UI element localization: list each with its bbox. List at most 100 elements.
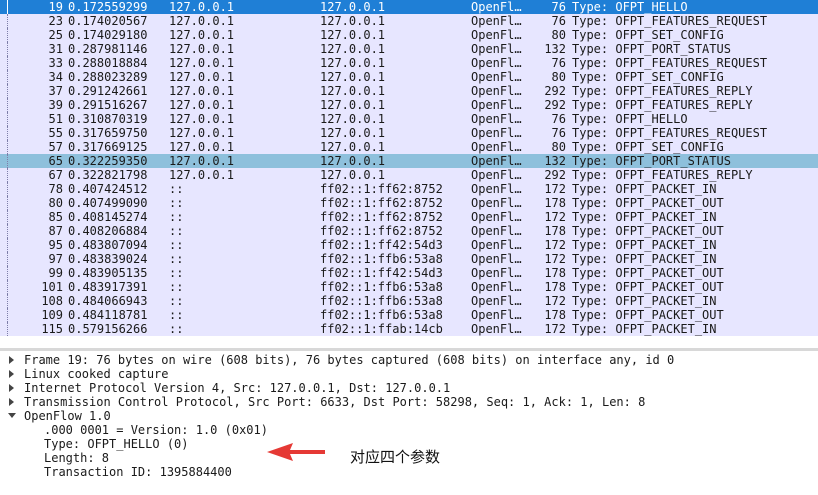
detail-text: Internet Protocol Version 4, Src: 127.0.… xyxy=(24,381,451,395)
packet-time: 0.408206884 xyxy=(68,224,148,238)
packet-time: 0.407499090 xyxy=(68,196,148,210)
packet-number: 108 xyxy=(41,294,63,308)
packet-row[interactable]: 67 0.322821798 127.0.0.1 127.0.0.1 OpenFl… 29… xyxy=(0,168,818,182)
chevron-right-icon[interactable] xyxy=(8,356,16,364)
packet-row[interactable]: 55 0.317659750 127.0.0.1 127.0.0.1 OpenFl… 76… xyxy=(0,126,818,140)
packet-info: Type: OFPT_FEATURES_REPLY xyxy=(572,98,753,112)
packet-row[interactable]: 31 0.287981146 127.0.0.1 127.0.0.1 OpenFl… 13… xyxy=(0,42,818,56)
packet-row[interactable]: 109 0.484118781:: ff02::1:ffb6:53a8 OpenFl…… xyxy=(0,308,818,322)
packet-row[interactable]: 78 0.407424512:: ff02::1:ff62:8752 OpenFl… 1… xyxy=(0,182,818,196)
packet-row[interactable]: 87 0.408206884:: ff02::1:ff62:8752 OpenFl… 1… xyxy=(0,224,818,238)
packet-info: Type: OFPT_PACKET_IN xyxy=(572,182,717,196)
packet-destination: 127.0.0.1 xyxy=(320,84,386,98)
packet-length: 292 xyxy=(544,168,566,182)
packet-row[interactable]: 99 0.483905135:: ff02::1:ff42:54d3 OpenFl… 1… xyxy=(0,266,818,280)
detail-section[interactable]: Transmission Control Protocol, Src Port:… xyxy=(0,395,818,409)
packet-destination: 127.0.0.1 xyxy=(320,14,386,28)
packet-number: 55 xyxy=(48,126,63,140)
pane-splitter[interactable] xyxy=(0,348,818,351)
packet-row[interactable]: 51 0.310870319 127.0.0.1 127.0.0.1 OpenFl… 76… xyxy=(0,112,818,126)
packet-number: 67 xyxy=(48,168,63,182)
packet-time: 0.174020567 xyxy=(68,14,148,28)
packet-destination: ff02::1:ffb6:53a8 xyxy=(320,294,443,308)
packet-length: 178 xyxy=(544,224,566,238)
packet-details-tree[interactable]: Frame 19: 76 bytes on wire (608 bits), 7… xyxy=(0,353,818,495)
packet-number: 33 xyxy=(48,56,63,70)
packet-row[interactable]: 19 0.172559299 127.0.0.1 127.0.0.1 OpenFl… 76… xyxy=(0,0,818,14)
detail-section[interactable]: Linux cooked capture xyxy=(0,367,818,381)
packet-number: 39 xyxy=(48,98,63,112)
packet-time: 0.408145274 xyxy=(68,210,148,224)
packet-length: 132 xyxy=(544,154,566,168)
packet-row[interactable]: 108 0.484066943:: ff02::1:ffb6:53a8 OpenFl…… xyxy=(0,294,818,308)
packet-row[interactable]: 37 0.291242661 127.0.0.1 127.0.0.1 OpenFl… 29… xyxy=(0,84,818,98)
chevron-down-icon[interactable] xyxy=(8,412,16,420)
packet-source: 127.0.0.1 xyxy=(169,154,235,168)
arrow-left-icon xyxy=(267,443,325,461)
packet-source: 127.0.0.1 xyxy=(169,98,235,112)
packet-number: 115 xyxy=(41,322,63,336)
packet-number: 51 xyxy=(48,112,63,126)
packet-protocol: OpenFl… xyxy=(471,140,522,154)
packet-row[interactable]: 23 0.174020567 127.0.0.1 127.0.0.1 OpenFl… 76… xyxy=(0,14,818,28)
packet-info: Type: OFPT_PACKET_IN xyxy=(572,252,717,266)
packet-protocol: OpenFl… xyxy=(471,168,522,182)
packet-destination: ff02::1:ff62:8752 xyxy=(320,182,443,196)
packet-info: Type: OFPT_PACKET_OUT xyxy=(572,224,724,238)
packet-protocol: OpenFl… xyxy=(471,238,522,252)
packet-protocol: OpenFl… xyxy=(471,42,522,56)
packet-list[interactable]: 19 0.172559299 127.0.0.1 127.0.0.1 OpenFl… 76… xyxy=(0,0,818,336)
packet-length: 178 xyxy=(544,280,566,294)
packet-destination: 127.0.0.1 xyxy=(320,168,386,182)
packet-row[interactable]: 33 0.288018884 127.0.0.1 127.0.0.1 OpenFl… 76… xyxy=(0,56,818,70)
packet-row[interactable]: 115 0.579156266:: ff02::1:ffab:14cb OpenFl…… xyxy=(0,322,818,336)
packet-length: 178 xyxy=(544,308,566,322)
chevron-right-icon[interactable] xyxy=(8,370,16,378)
packet-number: 80 xyxy=(48,196,63,210)
packet-time: 0.317669125 xyxy=(68,140,148,154)
packet-protocol: OpenFl… xyxy=(471,0,522,14)
packet-info: Type: OFPT_FEATURES_REQUEST xyxy=(572,56,768,70)
packet-length: 172 xyxy=(544,294,566,308)
packet-row[interactable]: 97 0.483839024:: ff02::1:ffb6:53a8 OpenFl… 1… xyxy=(0,252,818,266)
packet-destination: 127.0.0.1 xyxy=(320,0,386,14)
packet-source: :: xyxy=(169,182,184,196)
packet-info: Type: OFPT_FEATURES_REQUEST xyxy=(572,14,768,28)
packet-source: 127.0.0.1 xyxy=(169,140,235,154)
packet-source: 127.0.0.1 xyxy=(169,70,235,84)
packet-row[interactable]: 85 0.408145274:: ff02::1:ff62:8752 OpenFl… 1… xyxy=(0,210,818,224)
detail-section[interactable]: OpenFlow 1.0 xyxy=(0,409,818,423)
packet-destination: 127.0.0.1 xyxy=(320,154,386,168)
annotation-label: 对应四个参数 xyxy=(350,448,441,466)
detail-section[interactable]: Frame 19: 76 bytes on wire (608 bits), 7… xyxy=(0,353,818,367)
detail-field[interactable]: .000 0001 = Version: 1.0 (0x01) xyxy=(0,423,818,437)
detail-section[interactable]: Internet Protocol Version 4, Src: 127.0.… xyxy=(0,381,818,395)
packet-row[interactable]: 80 0.407499090:: ff02::1:ff62:8752 OpenFl… 1… xyxy=(0,196,818,210)
packet-info: Type: OFPT_FEATURES_REQUEST xyxy=(572,126,768,140)
chevron-right-icon[interactable] xyxy=(8,398,16,406)
packet-row[interactable]: 34 0.288023289 127.0.0.1 127.0.0.1 OpenFl… 80… xyxy=(0,70,818,84)
packet-destination: 127.0.0.1 xyxy=(320,126,386,140)
detail-text: Transaction ID: 1395884400 xyxy=(44,465,232,479)
packet-row[interactable]: 25 0.174029180 127.0.0.1 127.0.0.1 OpenFl… 80… xyxy=(0,28,818,42)
packet-source: :: xyxy=(169,224,184,238)
packet-source: :: xyxy=(169,322,184,336)
packet-number: 101 xyxy=(41,280,63,294)
packet-length: 172 xyxy=(544,182,566,196)
packet-row[interactable]: 95 0.483807094:: ff02::1:ff42:54d3 OpenFl… 1… xyxy=(0,238,818,252)
detail-text: Frame 19: 76 bytes on wire (608 bits), 7… xyxy=(24,353,675,367)
packet-row[interactable]: 101 0.483917391:: ff02::1:ffb6:53a8 OpenFl…… xyxy=(0,280,818,294)
packet-protocol: OpenFl… xyxy=(471,322,522,336)
packet-time: 0.174029180 xyxy=(68,28,148,42)
packet-number: 95 xyxy=(48,238,63,252)
packet-row[interactable]: 39 0.291516267 127.0.0.1 127.0.0.1 OpenFl… 29… xyxy=(0,98,818,112)
packet-number: 25 xyxy=(48,28,63,42)
packet-destination: ff02::1:ff42:54d3 xyxy=(320,238,443,252)
chevron-right-icon[interactable] xyxy=(8,384,16,392)
packet-time: 0.317659750 xyxy=(68,126,148,140)
packet-row[interactable]: 65 0.322259350 127.0.0.1 127.0.0.1 OpenFl… 13… xyxy=(0,154,818,168)
packet-destination: ff02::1:ff62:8752 xyxy=(320,196,443,210)
packet-protocol: OpenFl… xyxy=(471,84,522,98)
packet-row[interactable]: 57 0.317669125 127.0.0.1 127.0.0.1 OpenFl… 80… xyxy=(0,140,818,154)
packet-number: 109 xyxy=(41,308,63,322)
